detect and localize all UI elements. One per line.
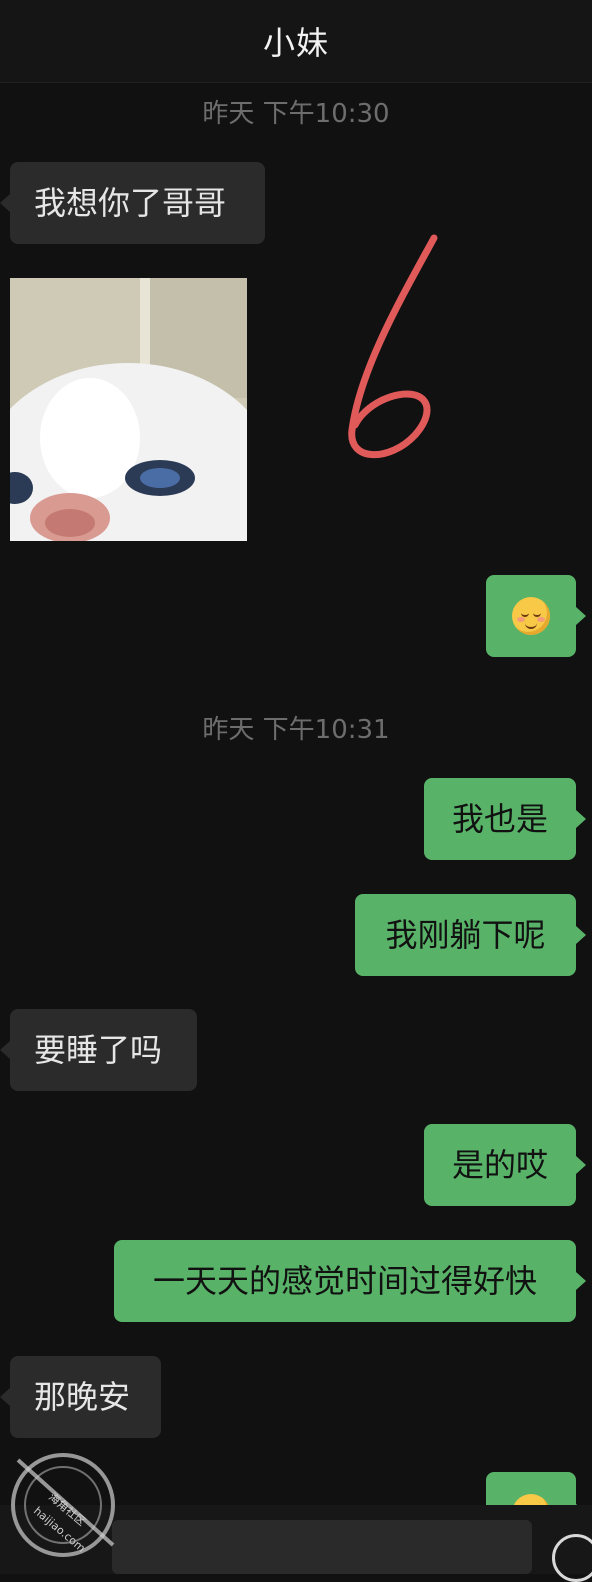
blushing-smile-emoji-icon: [512, 597, 550, 635]
message-bubble[interactable]: 我也是: [424, 778, 586, 860]
message-bubble[interactable]: 我想你了哥哥: [0, 162, 265, 244]
cat-photo-message[interactable]: [10, 278, 247, 541]
message-input[interactable]: [112, 1520, 532, 1574]
timestamp: 昨天 下午10:30: [202, 99, 390, 129]
message-bubble[interactable]: 我刚躺下呢: [355, 894, 586, 976]
chat-header: 小妹: [0, 0, 592, 83]
message-bubble[interactable]: 是的哎: [424, 1124, 586, 1206]
timestamp: 昨天 下午10:31: [202, 715, 390, 745]
message-bubble[interactable]: 那晚安: [0, 1356, 161, 1438]
emoji-message[interactable]: [486, 575, 586, 657]
message-bubble[interactable]: 要睡了吗: [0, 1009, 197, 1091]
emoji-button-icon[interactable]: [552, 1534, 592, 1582]
handwritten-six-mark: [348, 234, 438, 459]
message-bubble[interactable]: 一天天的感觉时间过得好快: [114, 1240, 586, 1322]
haijiao-watermark-logo: 海角社区 haijiao.com: [11, 1453, 115, 1557]
chat-title: 小妹: [262, 24, 329, 62]
